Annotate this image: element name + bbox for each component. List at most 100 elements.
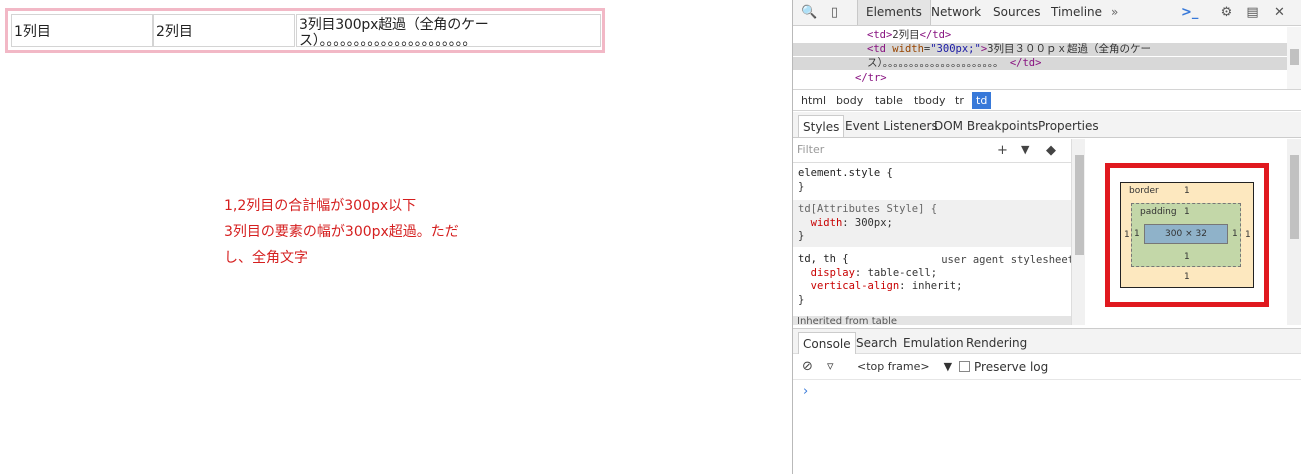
tab-properties[interactable]: Properties: [1034, 115, 1103, 137]
rule-property: width: [810, 216, 843, 229]
no-entry-icon[interactable]: ⊘: [802, 359, 813, 374]
scrollbar-thumb[interactable]: [1075, 155, 1084, 255]
console-toolbar: ⊘ ▿ <top frame> ▼ Preserve log: [793, 355, 1301, 380]
breadcrumb-item-table[interactable]: table: [871, 92, 907, 109]
magnifier-icon[interactable]: 🔍: [801, 4, 818, 21]
tab-styles[interactable]: Styles: [798, 115, 845, 137]
tab-search[interactable]: Search: [852, 332, 901, 354]
tab-event-listeners[interactable]: Event Listeners: [841, 115, 942, 137]
preserve-log-checkbox[interactable]: Preserve log: [959, 360, 1048, 374]
drawer-tabs: Console Search Emulation Rendering: [793, 328, 1301, 354]
gear-icon[interactable]: ⚙: [1218, 4, 1235, 21]
tab-dom-breakpoints[interactable]: DOM Breakpoints: [930, 115, 1042, 137]
attr-value: "300px;": [930, 43, 981, 55]
tab-elements[interactable]: Elements: [857, 0, 931, 25]
rule-selector: td[Attributes Style] {: [798, 203, 938, 215]
add-rule-icon[interactable]: +: [997, 143, 1008, 158]
note-line: 3列目の要素の幅が300px超過。ただ: [224, 224, 459, 240]
table-cell-1: 1列目: [11, 14, 153, 47]
styles-scrollbar[interactable]: [1071, 139, 1085, 325]
breadcrumb-item-tbody[interactable]: tbody: [910, 92, 950, 109]
tab-emulation[interactable]: Emulation: [899, 332, 968, 354]
dom-line-selected[interactable]: <td width="300px;">3列目３００ｐｘ超過（全角のケー: [793, 43, 1287, 56]
dock-icon[interactable]: ▤: [1244, 4, 1261, 21]
attr-name: width: [892, 43, 924, 55]
text-node: ス）。。。。。。。。。。。。。。。。。。。。。。: [867, 57, 1010, 69]
dom-line-selected[interactable]: ス）。。。。。。。。。。。。。。。。。。。。。。 </td>: [793, 57, 1287, 70]
metrics-scrollbar[interactable]: [1287, 139, 1301, 325]
dom-line[interactable]: <td>2列目</td>: [793, 29, 1287, 42]
box-model-content[interactable]: 300 × 32: [1144, 224, 1228, 244]
tag-close: </td>: [1009, 57, 1042, 69]
tag-close: </tr>: [855, 72, 887, 84]
note-line: し、全角文字: [224, 250, 308, 266]
rule-close: }: [798, 180, 805, 193]
tab-timeline[interactable]: Timeline: [1051, 0, 1102, 25]
page-viewport: 1列目 2列目 3列目300px超過（全角のケース）。。。。。。。。。。。。。。…: [0, 0, 792, 474]
chevron-down-icon: ▼: [943, 360, 953, 373]
rule-property: display: [810, 266, 855, 279]
frame-label: <top frame>: [857, 360, 930, 373]
breadcrumb-item-tr[interactable]: tr: [951, 92, 968, 109]
elements-subtabs: Styles Event Listeners DOM Breakpoints P…: [793, 112, 1301, 138]
breadcrumb-item-td[interactable]: td: [972, 92, 992, 109]
padding-label: padding: [1140, 207, 1177, 217]
rule-selector: td, th {: [798, 253, 849, 265]
tab-rendering[interactable]: Rendering: [962, 332, 1031, 354]
close-icon[interactable]: ✕: [1271, 4, 1288, 21]
border-bottom-value[interactable]: 1: [1184, 272, 1190, 282]
table-cell-2: 2列目: [153, 14, 295, 47]
dom-tree: <td>2列目</td> <td width="300px;">3列目３００ｐｘ…: [793, 26, 1287, 89]
pin-icon[interactable]: ▼: [1021, 143, 1029, 156]
padding-bottom-value[interactable]: 1: [1184, 252, 1190, 262]
breadcrumb: html body table tbody tr td: [793, 89, 1301, 111]
padding-top-value[interactable]: 1: [1184, 207, 1190, 217]
border-right-value[interactable]: 1: [1245, 230, 1251, 240]
rule-source: user agent stylesheet: [941, 254, 1074, 266]
devtools-panel: 🔍 ▯ Elements Network Sources Timeline » …: [792, 0, 1301, 474]
styles-filter-input[interactable]: Filter: [797, 143, 824, 156]
style-rule-attributes[interactable]: td[Attributes Style] { width: 300px; }: [793, 200, 1077, 247]
devtools-toolbar: 🔍 ▯ Elements Network Sources Timeline » …: [793, 0, 1301, 26]
dom-scrollbar[interactable]: [1287, 27, 1301, 89]
explanation-note: 1,2列目の合計幅が300px以下 3列目の要素の幅が300px超過。ただ し、…: [224, 193, 479, 271]
rule-value: : inherit;: [899, 280, 963, 292]
tag-close: </td>: [919, 29, 952, 41]
border-left-value[interactable]: 1: [1124, 230, 1130, 240]
tab-network[interactable]: Network: [931, 0, 981, 25]
highlight-box: border 1 1 1 1 padding 1 1 1 1 300 × 32: [1105, 163, 1269, 307]
table-cell-3: 3列目300px超過（全角のケース）。。。。。。。。。。。。。。。。。。。。。。: [296, 14, 601, 47]
border-label: border: [1129, 186, 1159, 196]
more-tabs-button[interactable]: »: [1111, 0, 1118, 25]
styles-filter-bar: Filter + ▼ ◆: [793, 139, 1077, 163]
padding-left-value[interactable]: 1: [1134, 229, 1140, 239]
scrollbar-thumb[interactable]: [1290, 49, 1299, 65]
style-rule-element[interactable]: element.style { }: [793, 164, 1077, 197]
frame-selector[interactable]: <top frame> ▼: [857, 360, 952, 373]
rule-close: }: [798, 230, 805, 242]
funnel-icon[interactable]: ▿: [827, 359, 834, 374]
rule-selector: element.style {: [798, 167, 893, 179]
text-node: 2列目: [892, 29, 920, 41]
border-top-value[interactable]: 1: [1184, 186, 1190, 196]
terminal-icon[interactable]: >_: [1181, 4, 1198, 21]
dom-line[interactable]: </tr>: [793, 72, 1287, 85]
breadcrumb-item-body[interactable]: body: [832, 92, 867, 109]
tab-console[interactable]: Console: [798, 332, 856, 354]
text-node: 3列目３００ｐｘ超過（全角のケー: [987, 43, 1151, 55]
rule-value: : table-cell;: [854, 266, 938, 279]
note-line: 1,2列目の合計幅が300px以下: [224, 198, 417, 214]
element-state-icon[interactable]: ◆: [1046, 143, 1056, 158]
tab-sources[interactable]: Sources: [993, 0, 1040, 25]
console-prompt[interactable]: ›: [803, 384, 808, 399]
checkbox-icon[interactable]: [959, 361, 970, 372]
scrollbar-thumb[interactable]: [1290, 155, 1299, 239]
tag-open: <td: [867, 43, 893, 55]
breadcrumb-item-html[interactable]: html: [797, 92, 830, 109]
styles-pane: Filter + ▼ ◆ element.style { } td[Attrib…: [793, 139, 1077, 325]
mobile-device-icon[interactable]: ▯: [826, 4, 843, 21]
padding-right-value[interactable]: 1: [1232, 229, 1238, 239]
inherited-header: Inherited from table: [793, 316, 1077, 325]
result-table: 1列目 2列目 3列目300px超過（全角のケース）。。。。。。。。。。。。。。…: [5, 8, 605, 53]
preserve-log-label: Preserve log: [974, 360, 1049, 374]
